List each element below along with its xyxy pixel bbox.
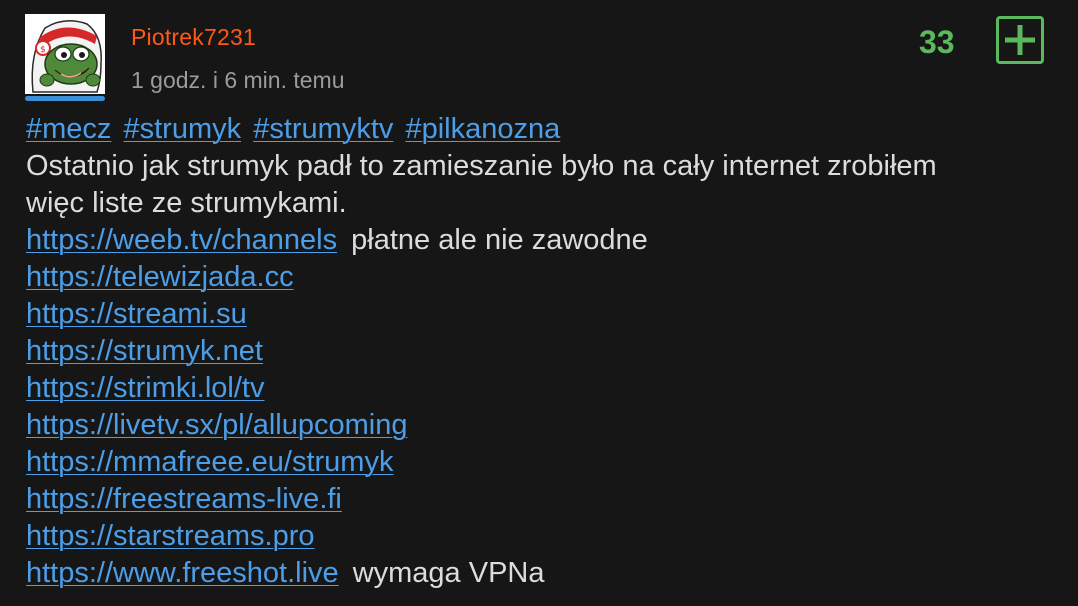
tag-link[interactable]: #strumyktv (253, 113, 393, 145)
post-timestamp: 1 godz. i 6 min. temu (131, 67, 345, 93)
link-row: https://strumyk.net (26, 333, 1066, 370)
plus-icon (1005, 25, 1035, 55)
post-text-line: więc liste ze strumykami. (26, 187, 347, 219)
link-row: https://www.freeshot.live wymaga VPNa (26, 555, 1066, 592)
post-text-line: Ostatnio jak strumyk padł to zamieszanie… (26, 150, 937, 182)
link-row: https://starstreams.pro (26, 518, 1066, 555)
link-row: https://telewizjada.cc (26, 259, 1066, 296)
upvote-button[interactable] (996, 16, 1044, 64)
stream-link[interactable]: https://strumyk.net (26, 335, 263, 367)
link-note: wymaga VPNa (352, 557, 545, 589)
tag-list: #mecz #strumyk #strumyktv #pilkanozna (26, 111, 1066, 148)
link-note: płatne ale nie zawodne (351, 224, 648, 256)
tag-link[interactable]: #mecz (26, 113, 111, 145)
stream-link[interactable]: https://strimki.lol/tv (26, 372, 265, 404)
avatar-underline (25, 96, 105, 101)
stream-link[interactable]: https://weeb.tv/channels (26, 224, 337, 256)
avatar[interactable]: $ (25, 14, 105, 94)
vote-count: 33 (919, 24, 955, 60)
link-row: https://strimki.lol/tv (26, 370, 1066, 407)
link-row: https://mmafreee.eu/strumyk (26, 444, 1066, 481)
link-row: https://weeb.tv/channels płatne ale nie z… (26, 222, 1066, 259)
link-row: https://livetv.sx/pl/allupcoming (26, 407, 1066, 444)
username-link[interactable]: Piotrek7231 (131, 24, 256, 51)
link-row: https://streami.su (26, 296, 1066, 333)
tag-link[interactable]: #pilkanozna (405, 113, 560, 145)
stream-link[interactable]: https://telewizjada.cc (26, 261, 294, 293)
stream-link[interactable]: https://mmafreee.eu/strumyk (26, 446, 393, 478)
stream-link[interactable]: https://starstreams.pro (26, 520, 315, 552)
stream-link[interactable]: https://livetv.sx/pl/allupcoming (26, 409, 407, 441)
post-body: #mecz #strumyk #strumyktv #pilkanozna Os… (26, 111, 1066, 592)
frog-avatar-icon: $ (25, 14, 105, 94)
stream-link[interactable]: https://www.freeshot.live (26, 557, 339, 589)
svg-text:$: $ (40, 45, 46, 55)
link-row: https://freestreams-live.fi (26, 481, 1066, 518)
stream-link[interactable]: https://freestreams-live.fi (26, 483, 342, 515)
stream-link[interactable]: https://streami.su (26, 298, 247, 330)
tag-link[interactable]: #strumyk (123, 113, 241, 145)
